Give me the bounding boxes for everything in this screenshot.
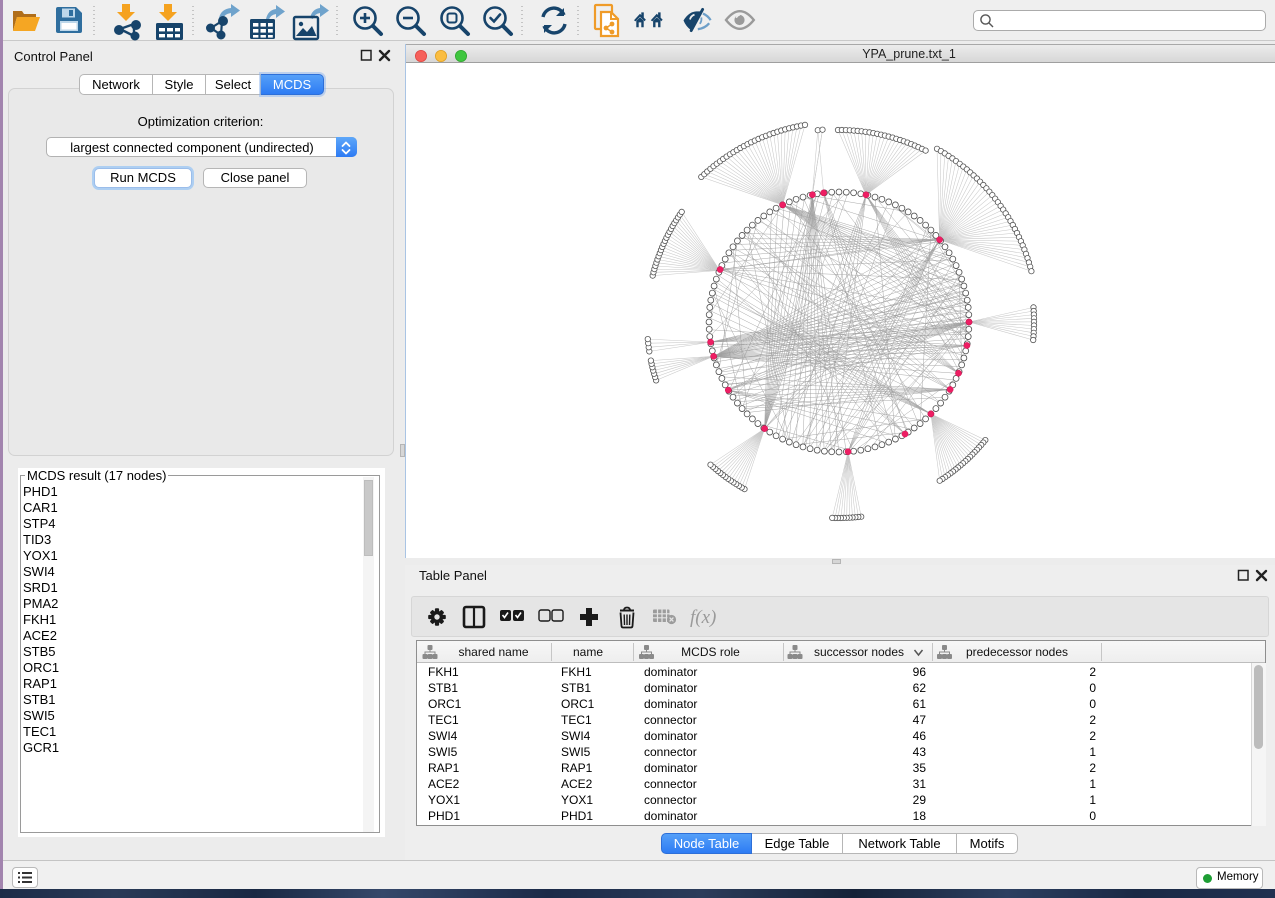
svg-text:f(x): f(x) (690, 607, 716, 628)
